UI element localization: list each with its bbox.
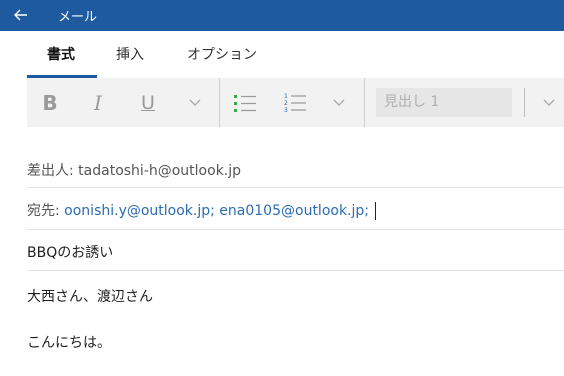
to-field[interactable]: 宛先: oonishi.y@outlook.jp; ena0105@outloo…: [27, 200, 564, 220]
toolbar-divider: [364, 78, 365, 127]
body-line-2[interactable]: こんにちは。: [27, 332, 564, 352]
paragraph-style-dropdown[interactable]: 見出し 1: [376, 88, 512, 117]
text-cursor: [375, 202, 376, 220]
from-field: 差出人: tadatoshi-h@outlook.jp: [27, 160, 564, 180]
tab-format[interactable]: 書式: [47, 44, 75, 64]
back-arrow-icon[interactable]: [8, 3, 34, 27]
tab-insert[interactable]: 挿入: [116, 44, 144, 64]
bold-label: B: [42, 90, 58, 115]
divider: [27, 270, 564, 271]
ribbon-tabs: 書式 挿入 オプション: [27, 31, 564, 78]
from-label: 差出人:: [27, 163, 74, 179]
underline-label: U: [141, 91, 155, 114]
toolbar-divider: [219, 78, 220, 127]
tab-options[interactable]: オプション: [187, 44, 257, 64]
to-recipients[interactable]: oonishi.y@outlook.jp; ena0105@outlook.jp…: [64, 203, 369, 219]
svg-text:3: 3: [284, 107, 288, 114]
divider: [27, 229, 564, 230]
svg-text:2: 2: [284, 100, 288, 107]
list-options-chevron-down-icon[interactable]: [327, 78, 351, 127]
font-options-chevron-down-icon[interactable]: [183, 78, 207, 127]
body-line-1[interactable]: 大西さん、渡辺さん: [27, 286, 564, 306]
style-chevron-down-icon[interactable]: [537, 78, 561, 127]
svg-text:1: 1: [284, 93, 288, 100]
bold-button[interactable]: B: [33, 78, 67, 127]
subject-field[interactable]: BBQのお誘い: [27, 242, 564, 262]
underline-button[interactable]: U: [131, 78, 165, 127]
app-title: メール: [58, 10, 98, 25]
italic-button[interactable]: I: [81, 78, 115, 127]
to-label: 宛先:: [27, 203, 60, 219]
numbered-list-icon[interactable]: 1 2 3: [277, 78, 313, 127]
from-address[interactable]: tadatoshi-h@outlook.jp: [78, 163, 241, 179]
divider: [27, 187, 564, 188]
subject-text: BBQのお誘い: [27, 245, 114, 261]
format-toolbar: B I U 1 2 3 見出し 1: [27, 78, 564, 127]
italic-label: I: [94, 90, 102, 115]
title-bar: メール: [0, 0, 564, 31]
bullet-list-icon[interactable]: [227, 78, 263, 127]
toolbar-divider: [524, 88, 525, 117]
